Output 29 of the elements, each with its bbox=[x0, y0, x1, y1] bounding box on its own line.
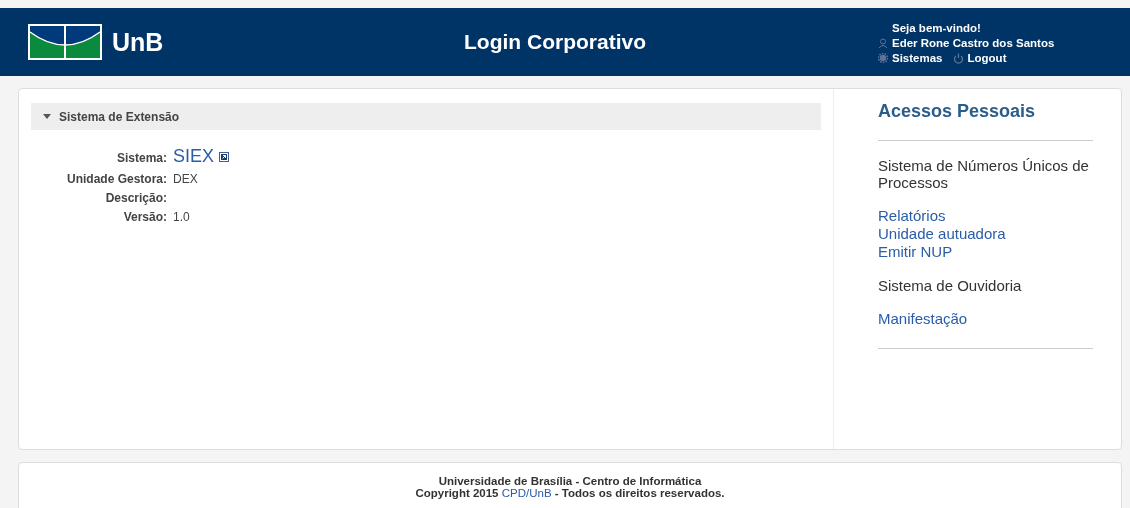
sidebar-link[interactable]: Emitir NUP bbox=[878, 243, 1093, 261]
system-name: Sistema de Números Únicos de Processos bbox=[878, 157, 1090, 191]
footer-text: Universidade de Brasília - Centro de Informática bbox=[437, 475, 703, 487]
field-label: Sistema: bbox=[115, 151, 167, 165]
external-link-icon bbox=[219, 151, 230, 162]
logout-link[interactable]: Logout bbox=[967, 52, 1007, 64]
system-name: Sistema de Ouvidoria bbox=[878, 277, 1023, 294]
logo-text: UnB bbox=[112, 27, 164, 57]
gear-icon bbox=[878, 53, 888, 63]
sidebar-link[interactable]: Relatórios bbox=[878, 207, 1093, 225]
footer-link[interactable]: CPD/UnB bbox=[501, 487, 552, 499]
copyright-text: Copyright 2015 CPD/UnB - Todos os direitos reservados. bbox=[414, 487, 726, 499]
user-icon bbox=[878, 38, 888, 48]
sidebar-link[interactable]: Unidade autuadora bbox=[878, 225, 1093, 243]
page-title: Login Corporativo bbox=[463, 30, 647, 54]
section-header[interactable]: Sistema de Extensão bbox=[31, 103, 821, 130]
field-label: Unidade Gestora: bbox=[65, 172, 167, 186]
sidebar-title: Acessos Pessoais bbox=[878, 101, 1037, 122]
user-name: Eder Rone Castro dos Santos bbox=[892, 37, 1055, 49]
system-link[interactable]: SIEX bbox=[173, 146, 215, 167]
systems-link[interactable]: Sistemas bbox=[892, 52, 943, 64]
field-value: DEX bbox=[173, 172, 198, 186]
field-value: 1.0 bbox=[173, 210, 190, 224]
field-label: Descrição: bbox=[104, 191, 167, 205]
logo-icon bbox=[28, 24, 102, 60]
sidebar-link[interactable]: Manifestação bbox=[878, 310, 1093, 328]
welcome-text: Seja bem-vindo! bbox=[891, 22, 982, 34]
field-label: Versão: bbox=[122, 210, 167, 224]
power-icon bbox=[952, 52, 964, 64]
